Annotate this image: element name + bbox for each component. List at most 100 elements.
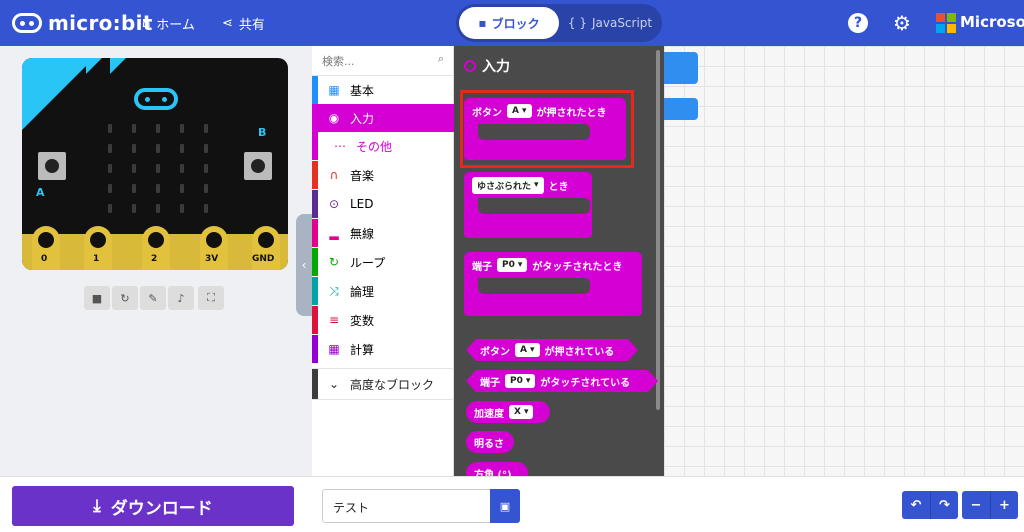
flyout-scrollbar[interactable] — [656, 50, 660, 410]
download-label: ダウンロード — [110, 498, 213, 519]
button-dropdown[interactable]: A ▾ — [515, 343, 540, 357]
category-music[interactable]: ∩ 音楽 — [312, 161, 454, 189]
block-acceleration[interactable]: 加速度 X ▾ — [466, 401, 550, 423]
slowmo-icon[interactable]: ✎ — [140, 286, 166, 310]
project-name-input[interactable]: テスト — [322, 489, 490, 523]
puzzle-icon: ▪ — [478, 16, 487, 30]
download-icon: ⤓ — [93, 496, 101, 516]
led-pixel — [180, 144, 184, 153]
category-input[interactable]: ◉ 入力 — [312, 104, 454, 132]
javascript-mode-button[interactable]: { } JavaScript — [562, 7, 658, 39]
block-text: 明るさ — [474, 438, 504, 450]
download-button[interactable]: ⤓ ダウンロード — [12, 486, 294, 526]
led-pixel — [132, 124, 136, 133]
loop-icon: ↻ — [328, 255, 340, 269]
more-icon: ⋯ — [334, 139, 346, 153]
target-icon — [464, 60, 476, 72]
category-label: 変数 — [350, 313, 375, 328]
toolbox: 検索... ⌕ ▦ 基本 ◉ 入力 ⋯ その他 ∩ 音楽 ⊙ LED ▂ 無線 … — [312, 46, 454, 476]
led-pixel — [180, 164, 184, 173]
block-text: がタッチされている — [540, 377, 631, 389]
gesture-dropdown[interactable]: ゆさぶられた ▾ — [472, 176, 544, 194]
workspace-block[interactable] — [664, 98, 698, 120]
stop-icon[interactable]: ■ — [84, 286, 110, 310]
workspace-block[interactable] — [664, 52, 698, 84]
zoom-out-button[interactable]: − — [962, 491, 990, 519]
led-pixel — [156, 124, 160, 133]
category-variables[interactable]: ≡ 変数 — [312, 306, 454, 334]
block-on-pin-body[interactable] — [464, 278, 642, 316]
zoom-in-icon: + — [999, 497, 1010, 513]
block-light-level[interactable]: 明るさ — [466, 431, 514, 453]
category-led[interactable]: ⊙ LED — [312, 190, 454, 218]
button-b[interactable] — [244, 152, 272, 180]
pin-dropdown[interactable]: P0 ▾ — [497, 258, 528, 272]
blocks-mode-button[interactable]: ▪ ブロック — [459, 7, 559, 39]
category-label: LED — [350, 197, 374, 211]
block-text: がタッチされたとき — [532, 261, 623, 273]
category-basic[interactable]: ▦ 基本 — [312, 76, 454, 104]
led-pixel — [156, 164, 160, 173]
share-icon: ⋖ — [222, 16, 233, 31]
block-text: とき — [548, 181, 569, 193]
blocks-mode-label: ブロック — [491, 16, 540, 31]
block-text: が押されている — [544, 346, 615, 358]
block-text: 加速度 — [474, 408, 504, 420]
category-radio[interactable]: ▂ 無線 — [312, 219, 454, 247]
block-text: 端子 — [480, 377, 500, 389]
pin-dropdown[interactable]: P0 ▾ — [505, 374, 535, 388]
flyout-title-label: 入力 — [482, 59, 510, 75]
help-icon[interactable]: ? — [848, 13, 868, 33]
block-on-gesture-body[interactable] — [464, 198, 592, 238]
microsoft-label[interactable]: Microsoft — [960, 13, 1024, 31]
led-pixel — [132, 144, 136, 153]
javascript-mode-label: JavaScript — [591, 16, 653, 30]
top-bar: micro:bit ⌂ ホーム ⋖ 共有 ▪ ブロック { } JavaScri… — [0, 0, 1024, 46]
led-pixel — [180, 204, 184, 213]
redo-button[interactable]: ↷ — [930, 491, 958, 519]
category-input-more[interactable]: ⋯ その他 — [312, 132, 454, 160]
highlight-box — [460, 90, 634, 168]
category-label: 入力 — [350, 111, 375, 126]
button-b-label: B — [258, 126, 267, 139]
led-pixel — [132, 184, 136, 193]
simulator-panel: A B 0 1 2 3V GND ■ ↻ ✎ ♪ ⛶ ‹ — [0, 46, 312, 476]
restart-icon[interactable]: ↻ — [112, 286, 138, 310]
block-on-gesture[interactable]: ゆさぶられた ▾ とき — [464, 172, 592, 198]
fullscreen-icon[interactable]: ⛶ — [198, 286, 224, 310]
category-advanced[interactable]: ⌄ 高度なブロック — [312, 368, 454, 400]
editor-mode-toggle: ▪ ブロック { } JavaScript — [456, 4, 662, 42]
block-text: 方角 (°) — [474, 469, 512, 477]
category-logic[interactable]: ⤨ 論理 — [312, 277, 454, 305]
search-placeholder: 検索... — [322, 55, 355, 68]
save-button[interactable]: ▣ — [490, 489, 520, 523]
button-a[interactable] — [38, 152, 66, 180]
block-is-button-pressed[interactable]: ボタン A ▾ が押されている — [466, 339, 638, 361]
mute-icon[interactable]: ♪ — [168, 286, 194, 310]
block-on-pin-pressed[interactable]: 端子 P0 ▾ がタッチされたとき — [464, 252, 642, 278]
block-compass-heading[interactable]: 方角 (°) — [466, 462, 528, 476]
led-pixel — [108, 164, 112, 173]
category-label: 論理 — [350, 284, 375, 299]
block-is-pin-pressed[interactable]: 端子 P0 ▾ がタッチされている — [466, 370, 658, 392]
toolbox-search-input[interactable]: 検索... ⌕ — [312, 46, 454, 76]
microsoft-logo-icon[interactable] — [936, 13, 956, 33]
board-logo-icon[interactable] — [134, 88, 178, 110]
code-workspace[interactable] — [664, 46, 1024, 476]
gear-icon[interactable]: ⚙ — [892, 11, 912, 35]
share-button[interactable]: ⋖ 共有 — [222, 14, 265, 33]
bottom-bar: ⤓ ダウンロード テスト ▣ ↶ ↷ − + — [0, 476, 1024, 532]
led-pixel — [156, 184, 160, 193]
category-label: 無線 — [350, 226, 375, 241]
collapse-simulator-button[interactable]: ‹ — [296, 214, 312, 316]
app-name: micro:bit — [48, 11, 153, 35]
calculator-icon: ▦ — [328, 342, 340, 356]
axis-dropdown[interactable]: X ▾ — [509, 405, 534, 419]
microbit-logo[interactable]: micro:bit — [12, 11, 153, 35]
zoom-in-button[interactable]: + — [990, 491, 1018, 519]
home-button[interactable]: ⌂ ホーム — [142, 14, 195, 33]
category-math[interactable]: ▦ 計算 — [312, 335, 454, 363]
category-loops[interactable]: ↻ ループ — [312, 248, 454, 276]
undo-button[interactable]: ↶ — [902, 491, 930, 519]
save-icon: ▣ — [499, 499, 511, 513]
